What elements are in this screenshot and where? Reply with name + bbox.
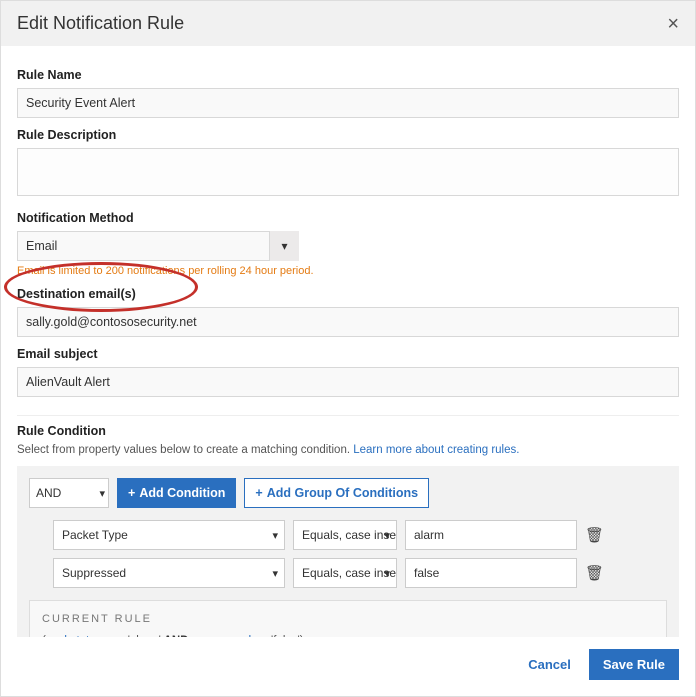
condition-row: Packet Type ▾ Equals, case inse ▾ 🗑 <box>53 520 667 550</box>
current-rule-title: CURRENT RULE <box>42 613 654 625</box>
condition-field-select[interactable]: Suppressed ▾ <box>53 558 285 588</box>
trash-icon[interactable]: 🗑 <box>585 526 603 544</box>
destination-emails-input[interactable] <box>17 307 679 337</box>
email-subject-input[interactable] <box>17 367 679 397</box>
rule-description-label: Rule Description <box>17 128 679 142</box>
modal-header: Edit Notification Rule × <box>1 1 695 46</box>
rule-name-input[interactable] <box>17 88 679 118</box>
modal-footer: Cancel Save Rule <box>1 637 695 696</box>
notification-method-hint: Email is limited to 200 notifications pe… <box>17 265 679 277</box>
rule-description-input[interactable] <box>17 148 679 196</box>
chevron-down-icon: ▾ <box>272 559 278 587</box>
plus-icon <box>255 486 262 500</box>
condition-row: Suppressed ▾ Equals, case inse ▾ 🗑 <box>53 558 667 588</box>
condition-operator-value: Equals, case inse <box>302 528 396 542</box>
plus-icon <box>128 486 135 500</box>
modal-title: Edit Notification Rule <box>17 13 184 34</box>
condition-field-value: Suppressed <box>62 566 126 580</box>
save-rule-button[interactable]: Save Rule <box>589 649 679 680</box>
section-divider <box>17 415 679 416</box>
cancel-button[interactable]: Cancel <box>528 657 571 672</box>
condition-operator-select[interactable]: Equals, case inse ▾ <box>293 520 397 550</box>
chevron-down-icon: ▾ <box>272 521 278 549</box>
rule-condition-subtitle-text: Select from property values below to cre… <box>17 444 353 456</box>
group-operator-value[interactable] <box>29 478 109 508</box>
rule-condition-box: ▾ Add Condition Add Group Of Conditions … <box>17 466 679 637</box>
destination-emails-label: Destination email(s) <box>17 287 679 301</box>
condition-operator-value: Equals, case inse <box>302 566 396 580</box>
condition-field-value: Packet Type <box>62 528 128 542</box>
trash-icon[interactable]: 🗑 <box>585 564 603 582</box>
notification-method-select[interactable]: ▾ <box>17 231 299 261</box>
notification-method-value[interactable] <box>17 231 299 261</box>
add-group-conditions-button[interactable]: Add Group Of Conditions <box>244 478 429 508</box>
rule-condition-title: Rule Condition <box>17 424 679 438</box>
condition-value-input[interactable] <box>405 558 577 588</box>
rule-name-label: Rule Name <box>17 68 679 82</box>
chevron-down-icon: ▾ <box>384 559 390 587</box>
add-condition-label: Add Condition <box>139 486 225 500</box>
add-condition-button[interactable]: Add Condition <box>117 478 236 508</box>
edit-notification-rule-modal: Edit Notification Rule × Rule Name Rule … <box>0 0 696 697</box>
rule-condition-subtitle: Select from property values below to cre… <box>17 444 679 456</box>
modal-body: Rule Name Rule Description Notification … <box>1 46 695 637</box>
condition-field-select[interactable]: Packet Type ▾ <box>53 520 285 550</box>
notification-method-label: Notification Method <box>17 211 679 225</box>
group-operator-select[interactable]: ▾ <box>29 478 109 508</box>
close-icon[interactable]: × <box>667 14 679 34</box>
condition-operator-select[interactable]: Equals, case inse ▾ <box>293 558 397 588</box>
email-subject-label: Email subject <box>17 347 679 361</box>
current-rule-box: CURRENT RULE (packet_type == 'alarm' AND… <box>29 600 667 637</box>
learn-more-link[interactable]: Learn more about creating rules. <box>353 444 519 456</box>
rule-toolbar: ▾ Add Condition Add Group Of Conditions <box>29 478 667 508</box>
condition-value-input[interactable] <box>405 520 577 550</box>
add-group-conditions-label: Add Group Of Conditions <box>267 486 418 500</box>
chevron-down-icon: ▾ <box>384 521 390 549</box>
